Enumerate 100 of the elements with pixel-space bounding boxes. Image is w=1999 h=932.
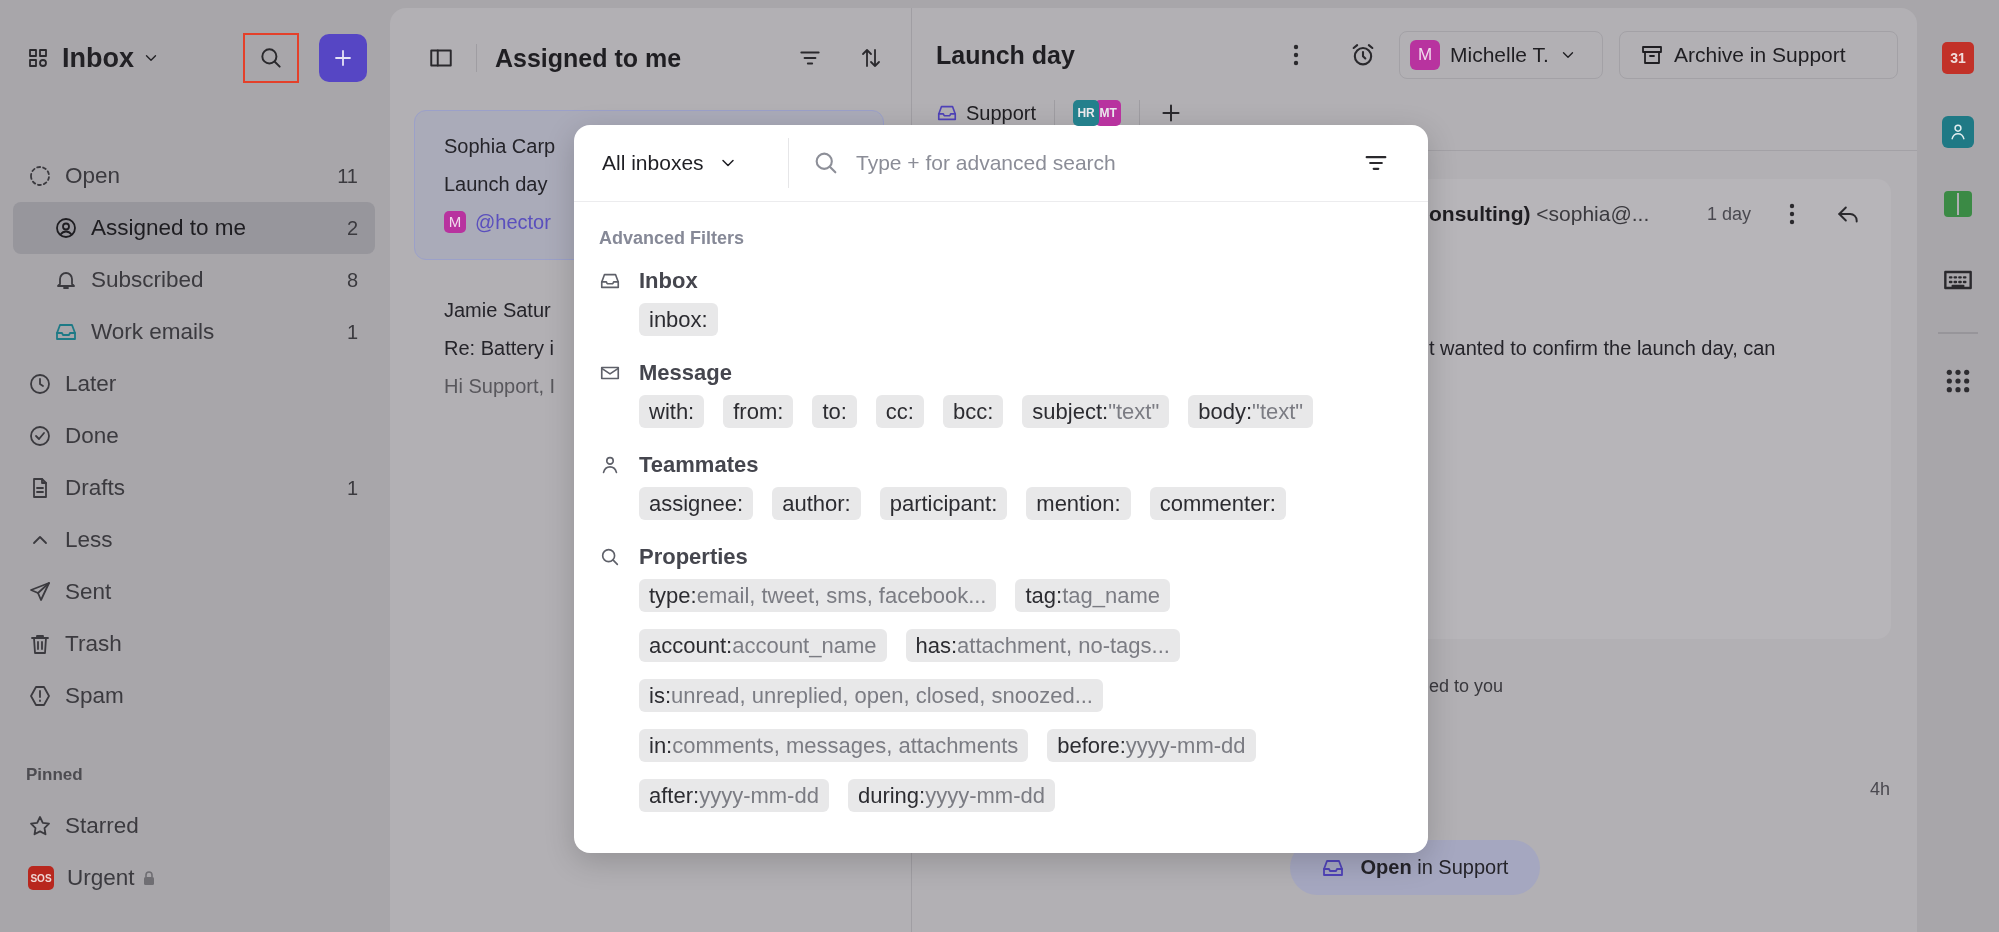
filter-chip[interactable]: before:yyyy-mm-dd — [1047, 729, 1256, 762]
sidebar-item-label: Urgent — [67, 865, 135, 891]
filter-chip[interactable]: with: — [639, 395, 705, 428]
sidebar-item-label: Less — [65, 527, 113, 553]
filter-chip[interactable]: type:email, tweet, sms, facebook... — [639, 579, 997, 612]
person-icon — [1948, 122, 1968, 142]
section-label: Pinned — [25, 764, 84, 786]
sos-icon: SOS — [28, 866, 54, 890]
person-circle-icon — [54, 216, 78, 240]
alert-hexagon-icon — [28, 684, 52, 708]
item-count: 8 — [346, 268, 358, 292]
paper-plane-icon — [28, 580, 52, 604]
clock-icon — [28, 372, 52, 396]
activity-time: 4h — [1869, 778, 1890, 801]
sidebar-item-label: Trash — [65, 631, 122, 657]
filter-group-title: Inbox — [639, 268, 698, 294]
sidebar-item[interactable]: Starred — [13, 800, 375, 852]
sidebar-item[interactable]: Trash — [13, 618, 375, 670]
check-circle-icon — [28, 424, 52, 448]
filter-chip[interactable]: is:unread, unreplied, open, closed, snoozed... — [639, 679, 1103, 712]
assignee-dropdown[interactable]: M Michelle T. — [1399, 31, 1603, 79]
filter-chip[interactable]: assignee: — [639, 487, 754, 520]
avatar: M — [444, 211, 466, 233]
filter-chip[interactable]: bcc: — [942, 395, 1004, 428]
filter-chip[interactable]: during:yyyy-mm-dd — [847, 779, 1055, 812]
more-options-icon[interactable] — [1789, 202, 1795, 226]
sidebar-item-label: Starred — [65, 813, 139, 839]
message-sender: onsulting) <sophia@... — [1429, 202, 1650, 226]
sidebar-item[interactable]: SOS Urgent — [13, 852, 375, 904]
item-count: 1 — [346, 476, 358, 500]
search-icon — [599, 546, 621, 568]
inbox-switcher[interactable]: Inbox — [62, 42, 160, 74]
filter-group-title: Teammates — [639, 452, 759, 478]
list-title: Assigned to me — [495, 43, 682, 73]
search-icon — [258, 45, 284, 71]
preview-text: Hi Support, I — [444, 374, 556, 399]
filter-chip[interactable]: in:comments, messages, attachments — [639, 729, 1029, 762]
filter-chip[interactable]: account:account_name — [639, 629, 887, 662]
filter-chip[interactable]: from: — [723, 395, 794, 428]
subject-text: Re: Battery i — [444, 336, 555, 361]
sender-name: Jamie Satur — [444, 298, 551, 323]
archive-button[interactable]: Archive in Support — [1619, 31, 1898, 79]
sidebar-item-label: Subscribed — [91, 267, 204, 293]
search-input[interactable]: Type + for advanced search — [854, 150, 1352, 176]
sidebar-item[interactable]: Drafts 1 — [13, 462, 375, 514]
sidebar-item-label: Work emails — [91, 319, 215, 345]
sidebar-item[interactable]: Less — [13, 514, 375, 566]
sidebar-item-label: Spam — [65, 683, 124, 709]
trash-icon — [28, 632, 52, 656]
activity-text: ed to you — [1429, 675, 1504, 698]
contacts-icon[interactable] — [1942, 116, 1974, 148]
item-count: 1 — [346, 320, 358, 344]
filter-chip[interactable]: after:yyyy-mm-dd — [639, 779, 829, 812]
filter-chip[interactable]: tag:tag_name — [1015, 579, 1171, 612]
app-grid-icon[interactable] — [1945, 368, 1971, 394]
item-count: 11 — [337, 164, 358, 188]
more-options-icon[interactable] — [1293, 43, 1299, 67]
filter-chip[interactable]: commenter: — [1149, 487, 1286, 520]
sidebar-item[interactable]: Subscribed 8 — [13, 254, 375, 306]
inbox-tag[interactable]: Support — [936, 101, 1037, 125]
sidebar-item[interactable]: Done — [13, 410, 375, 462]
sort-icon[interactable] — [859, 46, 883, 70]
filter-chip[interactable]: subject:"text" — [1022, 395, 1170, 428]
star-icon — [28, 814, 52, 838]
sidebar-item[interactable]: Open 11 — [13, 150, 375, 202]
search-button[interactable] — [243, 33, 299, 83]
archive-box-icon — [1640, 43, 1664, 67]
filter-chip[interactable]: inbox: — [639, 303, 718, 336]
sidebar-item[interactable]: Work emails 1 — [13, 306, 375, 358]
filter-chip[interactable]: participant: — [879, 487, 1008, 520]
calendar-icon[interactable]: 31 — [1942, 42, 1974, 74]
filter-chip[interactable]: body:"text" — [1188, 395, 1314, 428]
filter-group-title: Message — [639, 360, 732, 386]
assignee-name: Michelle T. — [1450, 43, 1549, 67]
participant-avatar: HR — [1073, 100, 1100, 126]
sidebar-item-label: Open — [65, 163, 121, 189]
sidebar-item[interactable]: Later — [13, 358, 375, 410]
mention-text: @hector — [475, 210, 551, 235]
compose-button[interactable] — [319, 34, 367, 82]
message-time: 1 day — [1706, 203, 1751, 225]
conversation-title: Launch day — [936, 40, 1075, 70]
sidebar-item[interactable]: Spam — [13, 670, 375, 722]
sidebar-item[interactable]: Sent — [13, 566, 375, 618]
sidebar-item-label: Assigned to me — [91, 215, 247, 241]
section-heading: Advanced Filters — [599, 228, 746, 248]
item-count: 2 — [346, 216, 358, 240]
filter-chip[interactable]: author: — [772, 487, 861, 520]
sidebar-item-label: Sent — [65, 579, 112, 605]
filter-group-title: Properties — [639, 544, 748, 570]
sidebar-item-label: Drafts — [65, 475, 125, 501]
message-body: t wanted to confirm the launch day, can — [1429, 336, 1777, 361]
filter-chip[interactable]: mention: — [1026, 487, 1131, 520]
filter-chip[interactable]: cc: — [875, 395, 924, 428]
sidebar-item[interactable]: Assigned to me 2 — [13, 202, 375, 254]
filter-chip[interactable]: to: — [812, 395, 857, 428]
inbox-scope-dropdown[interactable]: All inboxes — [574, 138, 789, 188]
sidebar-item-label: Later — [65, 371, 117, 397]
filter-chip[interactable]: has:attachment, no-tags... — [905, 629, 1180, 662]
subject-text: Launch day — [444, 172, 548, 197]
sidebar-item-label: Done — [65, 423, 119, 449]
